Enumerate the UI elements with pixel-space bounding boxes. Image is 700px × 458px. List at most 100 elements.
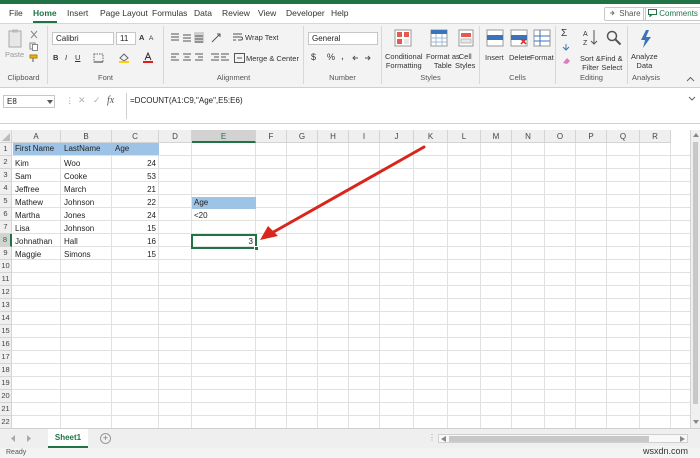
merge-center-icon[interactable] xyxy=(234,53,245,63)
tab-data[interactable]: Data xyxy=(194,8,212,18)
wrap-text-button[interactable]: Wrap Text xyxy=(245,33,279,42)
cell-styles-icon xyxy=(458,29,474,47)
insert-cells-button[interactable]: Insert xyxy=(485,53,504,62)
scroll-down-icon[interactable] xyxy=(693,420,699,425)
font-name-select[interactable]: Calibri xyxy=(52,32,114,45)
analyze-data-icon xyxy=(641,30,651,48)
shrink-font-icon[interactable]: A xyxy=(149,34,153,43)
group-label-number: Number xyxy=(329,73,356,82)
formula-input[interactable]: =DCOUNT(A1:C9,"Age",E5:E6) xyxy=(126,93,686,119)
conditional-label: Conditional xyxy=(385,52,423,61)
bold-icon[interactable]: B xyxy=(53,53,58,62)
format-as-table-icon xyxy=(430,29,448,47)
percent-button[interactable]: % xyxy=(327,53,335,62)
analyze-data-button[interactable]: Analyze Data xyxy=(631,52,658,70)
tab-file[interactable]: File xyxy=(9,8,23,18)
tab-page-layout[interactable]: Page Layout xyxy=(100,8,148,18)
scroll-up-icon[interactable] xyxy=(693,132,699,137)
conditional-label-2: Formatting xyxy=(385,61,422,70)
group-number: General $ % , Number xyxy=(304,26,382,84)
analyze-label: Analyze xyxy=(631,52,658,61)
group-label-editing: Editing xyxy=(580,73,603,82)
paste-icon[interactable] xyxy=(7,29,25,49)
horizontal-scrollbar[interactable] xyxy=(438,434,688,443)
group-label-alignment: Alignment xyxy=(216,73,251,82)
delete-cells-button[interactable]: Delete xyxy=(509,53,531,62)
tab-help[interactable]: Help xyxy=(331,8,348,18)
fill-color-icon[interactable] xyxy=(118,52,130,63)
worksheet-grid[interactable]: ABCDEFGHIJKLMNOPQR 1 2 3 4 5 6 7 8 9 10 11 12 13 14 15… xyxy=(0,130,690,428)
enter-icon[interactable]: ✓ xyxy=(93,96,101,105)
grow-font-icon[interactable]: A xyxy=(139,33,144,42)
borders-icon[interactable] xyxy=(93,53,104,63)
italic-icon[interactable]: I xyxy=(65,53,67,62)
group-label-styles: Styles xyxy=(420,73,441,82)
group-font: Calibri 11 A A B I U Font xyxy=(48,26,164,84)
cut-icon[interactable] xyxy=(29,30,39,39)
group-label-analysis: Analysis xyxy=(632,73,660,82)
font-color-icon[interactable] xyxy=(142,52,154,63)
cell-styles-button[interactable]: Cell Styles xyxy=(455,52,475,70)
sheet-tab-bar: Sheet1 + ⋮ xyxy=(0,428,700,448)
format-cells-button[interactable]: Format xyxy=(530,53,554,62)
tab-formulas[interactable]: Formulas xyxy=(152,8,187,18)
collapse-ribbon-icon[interactable] xyxy=(686,76,695,82)
comments-label: Comments xyxy=(659,9,698,18)
vertical-scroll-thumb[interactable] xyxy=(693,142,698,404)
formula-text: =DCOUNT(A1:C9,"Age",E5:E6) xyxy=(130,96,243,105)
cancel-icon[interactable]: ✕ xyxy=(78,96,86,105)
prev-sheet-icon[interactable] xyxy=(10,435,16,442)
sort-filter-button[interactable]: Sort & Filter xyxy=(580,54,601,72)
paste-button[interactable]: Paste xyxy=(5,50,24,59)
new-sheet-button[interactable]: + xyxy=(100,433,111,444)
name-box-dropdown-icon[interactable] xyxy=(47,100,53,104)
vertical-align-icons[interactable] xyxy=(170,32,204,43)
indent-icons[interactable] xyxy=(210,53,230,63)
scroll-right-icon[interactable] xyxy=(680,436,685,442)
formula-bar-separator: ⋮ xyxy=(66,96,75,105)
font-size-select[interactable]: 11 xyxy=(116,32,136,45)
share-button[interactable]: Share xyxy=(604,7,646,21)
scroll-left-icon[interactable] xyxy=(441,436,446,442)
group-clipboard: Paste Clipboard xyxy=(0,26,48,84)
format-cells-icon xyxy=(533,29,551,47)
format-painter-icon[interactable] xyxy=(29,54,39,63)
autosum-icon[interactable]: Σ xyxy=(561,29,567,39)
tab-view[interactable]: View xyxy=(258,8,276,18)
tab-insert[interactable]: Insert xyxy=(67,8,88,18)
group-analysis: Analyze Data Analysis xyxy=(628,26,664,84)
sheet-tab-sheet1[interactable]: Sheet1 xyxy=(48,429,88,448)
delete-cells-icon xyxy=(510,29,528,47)
find-select-button[interactable]: Find & Select xyxy=(601,54,623,72)
vertical-scrollbar[interactable] xyxy=(690,130,700,428)
expand-formula-bar-icon[interactable] xyxy=(688,96,696,101)
group-styles: Conditional Formatting Format as Table Cel… xyxy=(382,26,480,84)
tab-review[interactable]: Review xyxy=(222,8,250,18)
share-icon xyxy=(610,10,615,16)
next-sheet-icon[interactable] xyxy=(26,435,32,442)
wrap-text-icon[interactable] xyxy=(232,32,243,43)
conditional-formatting-button[interactable]: Conditional Formatting xyxy=(385,52,423,70)
merge-center-button[interactable]: Merge & Center xyxy=(246,54,299,63)
tab-splitter[interactable]: ⋮ xyxy=(428,433,436,442)
ribbon: Paste Clipboard Calibri 11 A A B I U Fon… xyxy=(0,24,700,88)
group-cells: Insert Delete Format Cells xyxy=(480,26,556,84)
orientation-icon[interactable] xyxy=(210,32,224,43)
tab-home[interactable]: Home xyxy=(33,8,57,23)
copy-icon[interactable] xyxy=(29,42,39,51)
fill-icon[interactable] xyxy=(561,43,571,52)
share-label: Share xyxy=(619,9,641,18)
horizontal-scroll-thumb[interactable] xyxy=(449,436,649,442)
group-label-clipboard: Clipboard xyxy=(7,73,40,82)
comma-button[interactable]: , xyxy=(341,52,344,62)
group-alignment: Wrap Text Merge & Center Alignment xyxy=(164,26,304,84)
insert-function-icon[interactable]: fx xyxy=(107,96,114,106)
comments-button[interactable]: Comments xyxy=(643,7,700,21)
underline-icon[interactable]: U xyxy=(75,53,80,62)
clear-icon[interactable] xyxy=(561,56,571,65)
currency-button[interactable]: $ xyxy=(311,53,316,62)
tab-developer[interactable]: Developer xyxy=(286,8,325,18)
number-format-select[interactable]: General xyxy=(308,32,378,45)
decimal-icons[interactable] xyxy=(352,53,376,63)
horizontal-align-icons[interactable] xyxy=(170,53,204,63)
